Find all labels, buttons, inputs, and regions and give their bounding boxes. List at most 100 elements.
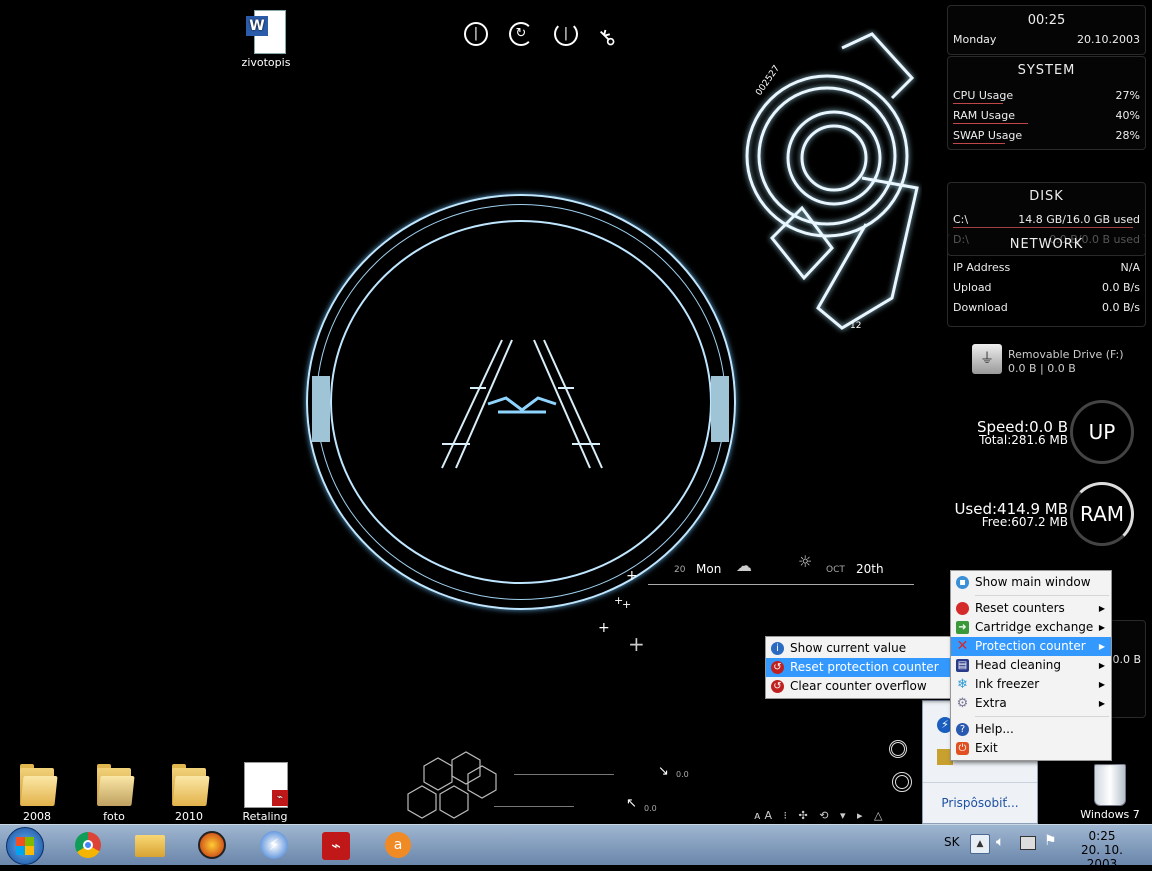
- action-center-flag-icon[interactable]: ⚑: [1044, 833, 1057, 849]
- word-document-icon: W: [246, 8, 286, 54]
- printhead-icon: ▤: [956, 659, 969, 672]
- network-row: Upload 0.0 B/s: [953, 281, 1140, 294]
- hud-hexagons: [407, 751, 497, 819]
- taskbar-clock[interactable]: 0:25 20. 10. 2003: [1066, 829, 1138, 871]
- download-icon[interactable]: ⚡: [254, 829, 294, 861]
- removable-drive-widget[interactable]: ⏚ Removable Drive (F:) 0.0 B | 0.0 B: [972, 344, 1142, 376]
- menu-item-protection-counter[interactable]: ✕ Protection counter ▶: [951, 637, 1111, 656]
- desktop-icon-2008[interactable]: 2008: [5, 762, 69, 823]
- key-icon[interactable]: ⚷: [593, 17, 630, 54]
- cloud-icon: ☁: [736, 556, 752, 575]
- clock-day: Monday: [953, 33, 997, 46]
- cross-icon: ✕: [956, 638, 969, 654]
- removable-drive-stats: 0.0 B | 0.0 B: [1008, 362, 1076, 375]
- show-hidden-icons-button[interactable]: ▲: [970, 834, 990, 854]
- desktop-icon-foto[interactable]: foto: [82, 762, 146, 823]
- menu-item-show-main-window[interactable]: ▪ Show main window: [951, 573, 1111, 592]
- desktop-icon-label: Retaling: [242, 810, 288, 823]
- desktop-icon-retaling[interactable]: ⌁ Retaling: [233, 762, 297, 823]
- avast-icon[interactable]: a: [378, 829, 418, 861]
- sun-icon: ☼: [798, 552, 813, 571]
- acrobat-icon[interactable]: ⌁: [316, 829, 356, 861]
- disk-row: C:\ 14.8 GB/16.0 GB used: [953, 213, 1140, 228]
- taskbar: ⚡ ⌁ a SK ▲ 🔈︎ ⚑ 0:25 20. 10. 2003: [0, 824, 1152, 871]
- desktop-icon-label: zivotopis: [241, 56, 291, 69]
- protection-counter-submenu: i Show current value ↺ Reset protection …: [765, 636, 953, 699]
- pdf-document-icon: ⌁: [242, 762, 288, 808]
- hud-logo: [441, 339, 603, 469]
- brand-number: 12: [850, 321, 861, 331]
- clock-date: 20.10.2003: [1077, 33, 1140, 46]
- desktop-icon-label: foto: [103, 810, 125, 823]
- hud-day-num: 20: [674, 565, 686, 575]
- menu-item-reset-protection-counter[interactable]: ↺ Reset protection counter: [766, 658, 952, 677]
- network-icon[interactable]: [1020, 836, 1036, 850]
- folder-icon: [170, 762, 210, 806]
- submenu-arrow-icon: ▶: [1098, 623, 1105, 632]
- menu-separator: [975, 716, 1109, 717]
- menu-item-reset-counters[interactable]: Reset counters ▶: [951, 599, 1111, 618]
- up-gauge: UP: [1070, 400, 1134, 464]
- explorer-icon[interactable]: [130, 829, 170, 861]
- menu-item-show-current-value[interactable]: i Show current value: [766, 639, 952, 658]
- help-icon: ?: [956, 723, 969, 736]
- hud-plus-marks: + + + + +: [598, 568, 645, 656]
- power-icon[interactable]: |: [554, 22, 578, 46]
- desktop-icon-2010[interactable]: 2010: [157, 762, 221, 823]
- desktop-icon-zivotopis[interactable]: W zivotopis: [234, 8, 298, 69]
- tray-customize-link[interactable]: Prispôsobiť...: [923, 782, 1037, 823]
- menu-item-ink-freezer[interactable]: ❄ Ink freezer ▶: [951, 675, 1111, 694]
- menu-item-head-cleaning[interactable]: ▤ Head cleaning ▶: [951, 656, 1111, 675]
- folder-icon: [18, 762, 58, 806]
- submenu-arrow-icon: ▶: [1098, 642, 1105, 651]
- snowflake-icon: ❄: [957, 677, 968, 692]
- taskbar-date: 20. 10. 2003: [1081, 843, 1123, 871]
- menu-item-help[interactable]: ? Help...: [951, 720, 1111, 739]
- reset-icon: ↺: [771, 661, 784, 674]
- hud-right-segment: [711, 376, 729, 442]
- brand-logo: 002527 12: [745, 32, 919, 331]
- up-total: Total:281.6 MB: [979, 433, 1068, 447]
- disk-title: DISK: [1029, 189, 1064, 204]
- restart-icon[interactable]: ↻: [509, 22, 533, 46]
- recycle-bin[interactable]: Windows 7: [1078, 764, 1142, 821]
- ram-gauge-text: Used:414.9 MB Free:607.2 MB: [930, 500, 1068, 529]
- usb-drive-icon: ⏚: [972, 344, 1002, 374]
- system-row: RAM Usage 40%: [953, 109, 1140, 124]
- tray-context-menu: ▪ Show main window Reset counters ▶ ➜ Ca…: [950, 570, 1112, 761]
- recycle-bin-icon: [1094, 764, 1126, 806]
- removable-drive-name: Removable Drive (F:): [1008, 348, 1124, 361]
- menu-item-exit[interactable]: ⏻ Exit: [951, 739, 1111, 758]
- menu-item-extra[interactable]: ⚙ Extra ▶: [951, 694, 1111, 713]
- start-button[interactable]: [6, 827, 44, 865]
- burner-icon[interactable]: [192, 829, 232, 861]
- system-title: SYSTEM: [1017, 63, 1076, 78]
- recycle-bin-label: Windows 7: [1080, 808, 1140, 821]
- desktop-icon-label: 2008: [23, 810, 51, 823]
- menu-item-clear-counter-overflow[interactable]: ↺ Clear counter overflow: [766, 677, 952, 696]
- cartridge-icon: ➜: [956, 621, 969, 634]
- windows-logo-icon: [16, 837, 34, 855]
- taskbar-time: 0:25: [1088, 829, 1116, 843]
- hud-small-value: 0.0: [644, 804, 657, 813]
- hud-day-name: Mon: [696, 562, 722, 576]
- language-indicator[interactable]: SK: [944, 835, 960, 849]
- menu-item-cartridge-exchange[interactable]: ➜ Cartridge exchange ▶: [951, 618, 1111, 637]
- upload-arrow-icon: ↖: [626, 796, 637, 811]
- clock-panel: 00:25 Monday 20.10.2003: [947, 5, 1146, 55]
- desktop-icon-label: 2010: [175, 810, 203, 823]
- ram-gauge: RAM: [1070, 482, 1134, 546]
- volume-icon[interactable]: 🔈︎: [996, 834, 1004, 850]
- hud-month: OCT: [826, 565, 845, 575]
- up-gauge-text: Speed:0.0 B Total:281.6 MB: [930, 418, 1068, 447]
- hud-date-strip: 20 Mon ☁ ☼ OCT 20th: [648, 552, 914, 585]
- chrome-icon[interactable]: [68, 829, 108, 861]
- hud-lines: [494, 806, 574, 807]
- submenu-arrow-icon: ▶: [1098, 699, 1105, 708]
- hud-toolbar-icons: ᴀA ⁝ ✣ ⟲ ▾ ▸ △: [754, 809, 887, 822]
- hud-left-segment: [312, 376, 330, 442]
- submenu-arrow-icon: ▶: [1098, 680, 1105, 689]
- logoff-icon[interactable]: |: [464, 22, 488, 46]
- red-dot-icon: [956, 602, 969, 615]
- menu-separator: [975, 595, 1109, 596]
